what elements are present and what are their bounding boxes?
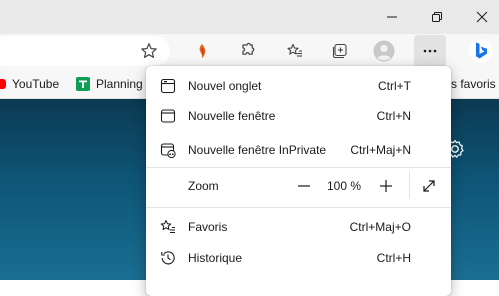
favorite-item-planning[interactable]: Planning <box>76 70 143 98</box>
menu-divider <box>146 207 451 208</box>
other-favorites[interactable]: s favoris <box>451 70 496 98</box>
zoom-label: Zoom <box>188 179 219 193</box>
other-favorites-label: s favoris <box>451 77 496 91</box>
more-options-button[interactable] <box>414 35 446 67</box>
menu-item-new-window[interactable]: Nouvelle fenêtre Ctrl+N <box>146 98 451 134</box>
favorite-item-youtube[interactable]: YouTube <box>0 70 59 98</box>
favorites-icon <box>287 43 302 57</box>
extension-puzzle-icon <box>199 44 206 58</box>
youtube-icon <box>0 79 6 89</box>
menu-item-label: Nouvelle fenêtre InPrivate <box>188 143 327 157</box>
new-tab-icon <box>160 78 176 94</box>
fullscreen-button[interactable] <box>418 175 440 197</box>
favorite-item-label: Planning <box>96 77 143 91</box>
browser-menu: Nouvel onglet Ctrl+T Nouvelle fenêtre Ct… <box>146 66 451 296</box>
minimize-button[interactable] <box>369 0 415 34</box>
close-icon <box>476 11 488 23</box>
close-button[interactable] <box>459 0 499 34</box>
favorites-icon <box>160 219 176 235</box>
menu-item-shortcut: Ctrl+H <box>376 251 411 265</box>
profile-button[interactable] <box>368 35 400 67</box>
zoom-divider <box>409 171 410 199</box>
zoom-in-button[interactable] <box>375 175 397 197</box>
zoom-out-button[interactable] <box>293 175 315 197</box>
restore-button[interactable] <box>414 0 460 34</box>
restore-icon <box>432 12 442 22</box>
collections-icon <box>332 43 347 59</box>
sheets-icon <box>76 77 90 91</box>
menu-item-new-inprivate-window[interactable]: Nouvelle fenêtre InPrivate Ctrl+Maj+N <box>146 132 451 168</box>
menu-item-shortcut: Ctrl+N <box>376 109 411 123</box>
extensions-button[interactable] <box>232 35 264 67</box>
menu-item-label: Historique <box>188 251 243 265</box>
star-icon <box>141 43 157 58</box>
favorite-star-button[interactable] <box>133 35 165 67</box>
minus-icon <box>298 185 310 187</box>
inprivate-window-icon <box>160 142 176 158</box>
bing-button[interactable] <box>466 36 496 66</box>
extension-button[interactable] <box>186 35 218 67</box>
zoom-value: 100 % <box>326 179 362 193</box>
history-icon <box>160 250 176 266</box>
collections-button[interactable] <box>324 35 356 67</box>
plus-icon <box>380 180 392 192</box>
more-options-icon <box>423 49 437 53</box>
bing-icon <box>469 39 493 63</box>
menu-item-label: Nouvelle fenêtre <box>188 109 276 123</box>
new-window-icon <box>160 108 176 124</box>
minimize-icon <box>387 16 397 18</box>
extensions-icon <box>242 42 255 55</box>
favorites-button[interactable] <box>279 35 311 67</box>
profile-icon <box>373 40 395 62</box>
fullscreen-icon <box>423 180 435 192</box>
favorite-item-label: YouTube <box>12 77 60 91</box>
menu-item-shortcut: Ctrl+Maj+N <box>350 143 411 157</box>
menu-item-history[interactable]: Historique Ctrl+H <box>146 240 451 276</box>
